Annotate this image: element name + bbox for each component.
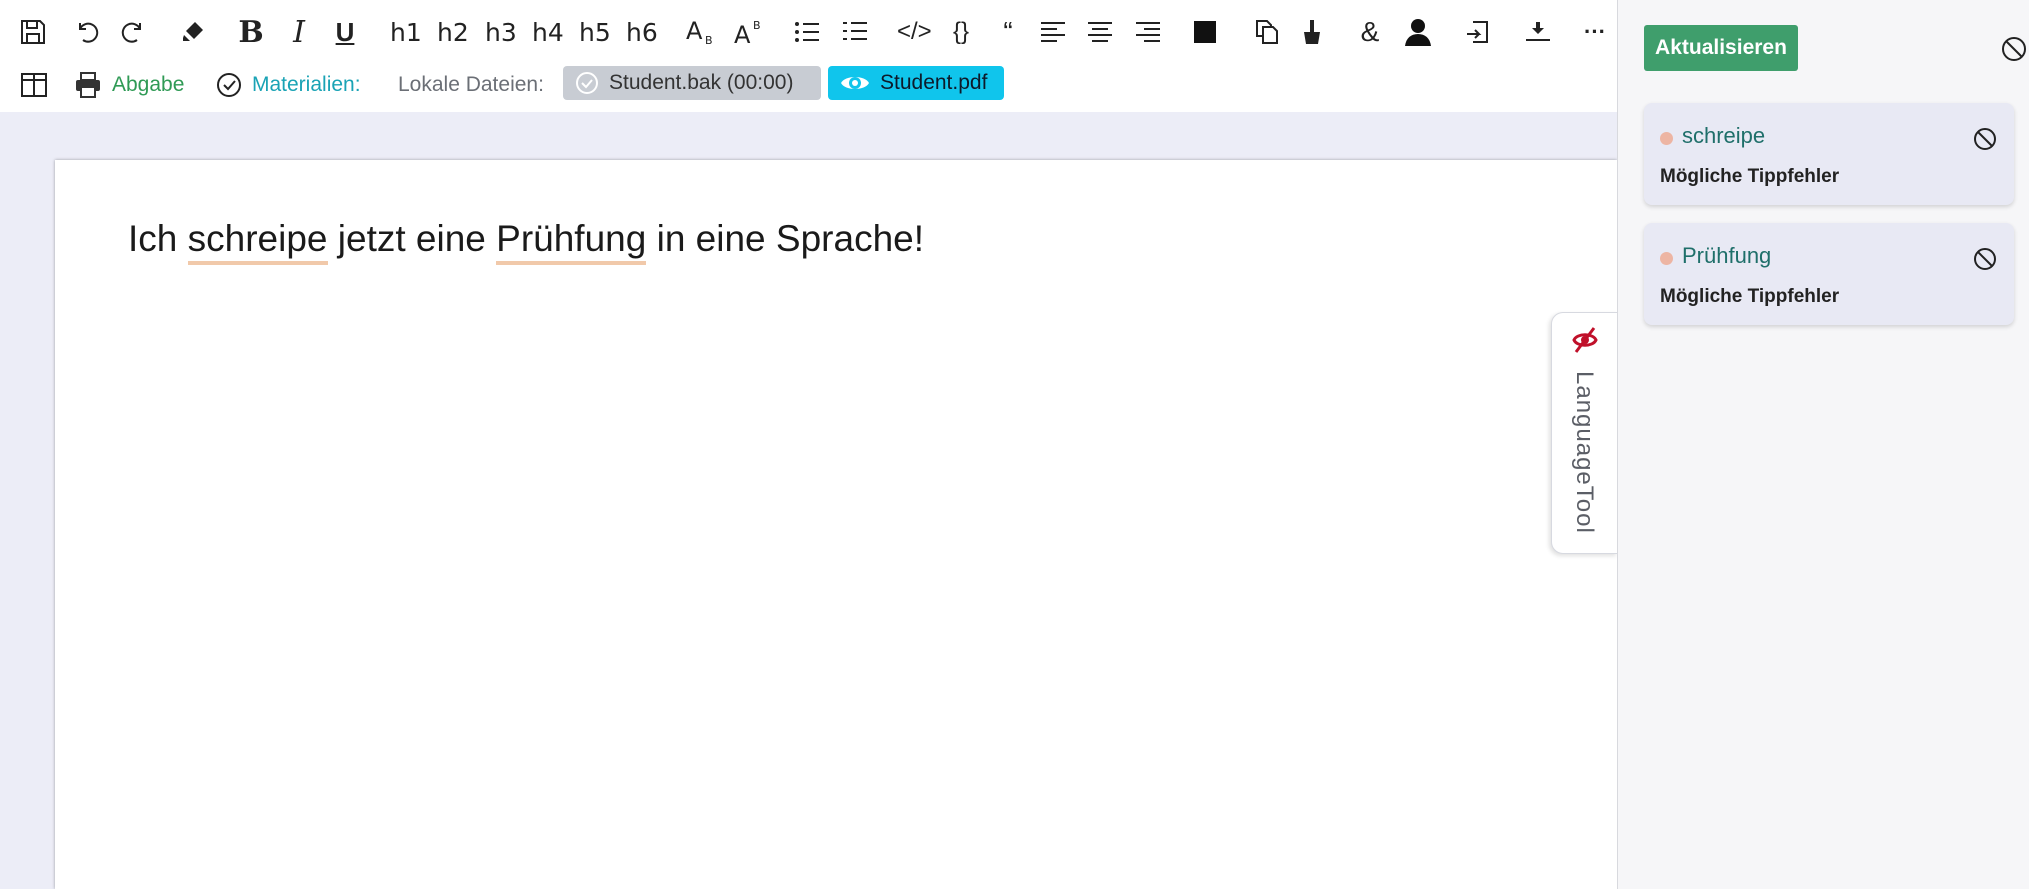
lokale-dateien-label: Lokale Dateien: (398, 73, 544, 96)
file-chip-pdf[interactable]: Student.pdf (828, 66, 1004, 100)
abgabe-button[interactable]: Abgabe (74, 62, 184, 108)
heading-1-button[interactable]: h1 (390, 10, 422, 54)
page-break-icon[interactable] (1523, 10, 1553, 54)
text-segment: Ich (128, 218, 188, 259)
highlighter-icon[interactable] (178, 10, 208, 54)
layout-toggle-icon[interactable] (20, 62, 48, 108)
spelling-error-pruehfung[interactable]: Prühfung (496, 218, 647, 265)
align-right-icon[interactable] (1133, 10, 1163, 54)
heading-2-button[interactable]: h2 (437, 10, 469, 54)
svg-text:B: B (705, 34, 713, 47)
check-circle-icon (217, 73, 241, 97)
file-chip-label: Student.bak (00:00) (609, 71, 794, 94)
insert-icon[interactable] (1462, 10, 1492, 54)
heading-4-button[interactable]: h4 (532, 10, 564, 54)
ordered-list-icon[interactable] (840, 10, 870, 54)
unordered-list-icon[interactable] (792, 10, 822, 54)
heading-6-button[interactable]: h6 (626, 10, 658, 54)
code-block-icon[interactable]: {} (946, 10, 976, 54)
file-chip-label: Student.pdf (880, 71, 988, 94)
underline-icon[interactable]: U (330, 10, 360, 54)
block-icon[interactable] (2001, 36, 2027, 62)
file-chip-backup[interactable]: Student.bak (00:00) (563, 66, 821, 100)
severity-dot (1660, 132, 1673, 145)
superscript-icon[interactable]: AB (733, 10, 765, 54)
svg-text:A: A (734, 21, 751, 47)
severity-dot (1660, 252, 1673, 265)
italic-icon[interactable]: I (284, 10, 314, 54)
clear-format-icon[interactable] (1297, 10, 1327, 54)
heading-5-button[interactable]: h5 (579, 10, 611, 54)
redo-icon[interactable] (118, 10, 148, 54)
suggestion-type: Mögliche Tippfehler (1660, 166, 1840, 187)
svg-text:A: A (686, 17, 703, 45)
ignore-icon[interactable] (1973, 127, 1997, 151)
aktualisieren-button[interactable]: Aktualisieren (1644, 25, 1798, 71)
languagetool-panel: Aktualisieren schreipe Mögliche Tippfehl… (1617, 0, 2029, 889)
undo-icon[interactable] (72, 10, 102, 54)
text-segment: in eine Sprache! (646, 218, 925, 259)
special-characters-icon[interactable]: & (1355, 10, 1385, 54)
printer-icon (76, 72, 100, 98)
eye-icon (841, 77, 869, 89)
materialien-label: Materialien: (252, 73, 361, 96)
check-circle-icon (576, 72, 598, 94)
align-left-icon[interactable] (1038, 10, 1068, 54)
document-page[interactable]: Ich schreipe jetzt eine Prühfung in eine… (55, 160, 1617, 889)
materialien-button[interactable]: Materialien: (216, 62, 361, 108)
code-icon[interactable]: </> (897, 10, 932, 54)
suggestion-word[interactable]: Prühfung (1682, 243, 1771, 269)
abgabe-label: Abgabe (112, 73, 185, 96)
save-icon[interactable] (18, 10, 48, 54)
formatting-toolbar: B I U h1 h2 h3 h4 h5 h6 AB AB </> {} “ &… (0, 0, 1617, 64)
eye-off-icon (1572, 327, 1598, 353)
languagetool-tab[interactable]: LanguageTool (1551, 312, 1618, 554)
text-segment: jetzt eine (327, 218, 497, 259)
paste-icon[interactable] (1252, 10, 1282, 54)
suggestion-card[interactable]: schreipe Mögliche Tippfehler (1644, 103, 2014, 205)
heading-3-button[interactable]: h3 (485, 10, 517, 54)
ignore-icon[interactable] (1973, 247, 1997, 271)
subscript-icon[interactable]: AB (685, 10, 717, 54)
suggestion-card[interactable]: Prühfung Mögliche Tippfehler (1644, 223, 2014, 325)
bold-icon[interactable]: B (236, 10, 266, 54)
user-icon[interactable] (1403, 10, 1433, 54)
submission-bar: Abgabe Materialien: Lokale Dateien: Stud… (0, 62, 1617, 108)
suggestion-type: Mögliche Tippfehler (1660, 286, 1840, 307)
suggestion-word[interactable]: schreipe (1682, 123, 1765, 149)
toolbar: B I U h1 h2 h3 h4 h5 h6 AB AB </> {} “ &… (0, 0, 1617, 112)
blockquote-icon[interactable]: “ (993, 10, 1023, 54)
languagetool-label: LanguageTool (1571, 371, 1598, 534)
document-area: Ich schreipe jetzt eine Prühfung in eine… (0, 112, 1618, 889)
more-icon[interactable]: ··· (1580, 10, 1610, 54)
align-center-icon[interactable] (1085, 10, 1115, 54)
text-color-icon[interactable] (1190, 10, 1220, 54)
svg-text:B: B (753, 19, 761, 32)
spelling-error-schreipe[interactable]: schreipe (187, 218, 328, 265)
document-text[interactable]: Ich schreipe jetzt eine Prühfung in eine… (128, 218, 925, 265)
